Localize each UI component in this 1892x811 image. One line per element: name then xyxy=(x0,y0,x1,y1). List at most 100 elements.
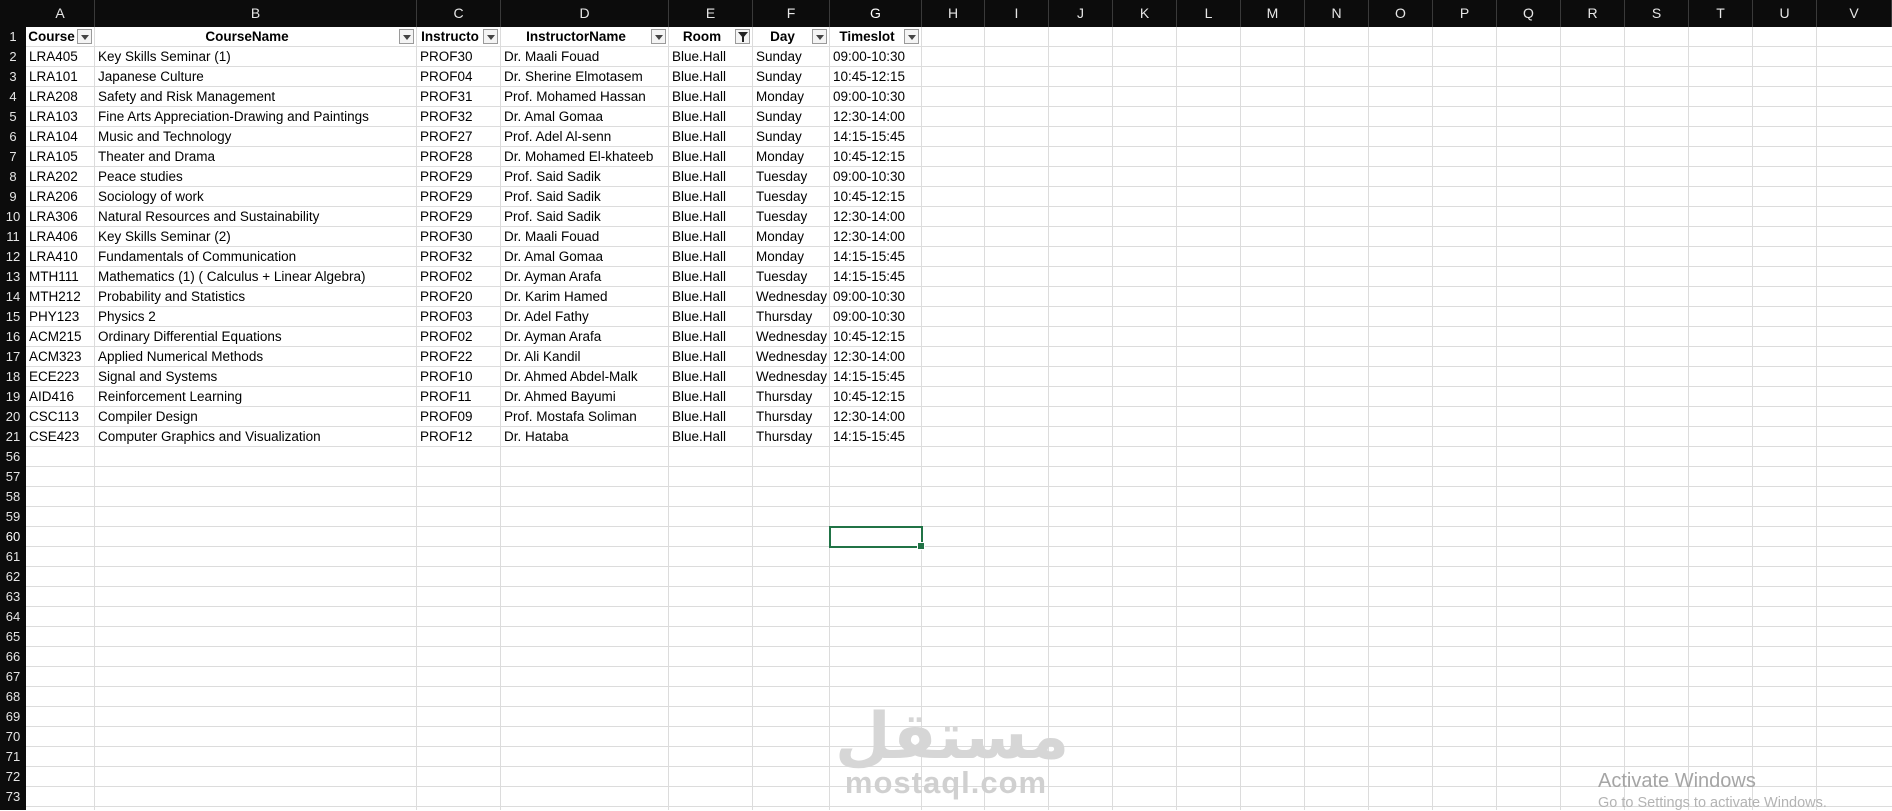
column-header-t[interactable]: T xyxy=(1689,0,1753,27)
column-header-i[interactable]: I xyxy=(985,0,1049,27)
active-cell-selection[interactable] xyxy=(829,526,925,550)
cell-course[interactable]: LRA206 xyxy=(26,187,95,207)
select-all-corner[interactable] xyxy=(0,0,26,27)
column-header-d[interactable]: D xyxy=(501,0,669,27)
cell-name[interactable]: Japanese Culture xyxy=(95,67,417,87)
cell-day[interactable]: Sunday xyxy=(753,67,830,87)
cell-slot[interactable]: 10:45-12:15 xyxy=(830,327,922,347)
cell-iname[interactable]: Dr. Ali Kandil xyxy=(501,347,669,367)
cell-slot[interactable]: 12:30-14:00 xyxy=(830,347,922,367)
cell-slot[interactable]: 14:15-15:45 xyxy=(830,267,922,287)
cell-iname[interactable]: Dr. Mohamed El-khateeb xyxy=(501,147,669,167)
cell-course[interactable]: ECE223 xyxy=(26,367,95,387)
row-header-70[interactable]: 70 xyxy=(0,727,26,747)
cell-day[interactable]: Tuesday xyxy=(753,267,830,287)
cell-iname[interactable]: Dr. Amal Gomaa xyxy=(501,247,669,267)
cell-course[interactable]: LRA410 xyxy=(26,247,95,267)
cell-slot[interactable]: 09:00-10:30 xyxy=(830,167,922,187)
cell-iname[interactable]: Prof. Mohamed Hassan xyxy=(501,87,669,107)
cell-iname[interactable]: Prof. Said Sadik xyxy=(501,187,669,207)
row-header-19[interactable]: 19 xyxy=(0,387,26,407)
cell-name[interactable]: Reinforcement Learning xyxy=(95,387,417,407)
cell-name[interactable]: Music and Technology xyxy=(95,127,417,147)
row-header-3[interactable]: 3 xyxy=(0,67,26,87)
row-header-59[interactable]: 59 xyxy=(0,507,26,527)
column-header-s[interactable]: S xyxy=(1625,0,1689,27)
cell-instr[interactable]: PROF04 xyxy=(417,67,501,87)
cell-name[interactable]: Applied Numerical Methods xyxy=(95,347,417,367)
cell-slot[interactable]: 09:00-10:30 xyxy=(830,87,922,107)
cell-instr[interactable]: PROF12 xyxy=(417,427,501,447)
cell-day[interactable]: Tuesday xyxy=(753,207,830,227)
column-header-b[interactable]: B xyxy=(95,0,417,27)
row-header-62[interactable]: 62 xyxy=(0,567,26,587)
cell-name[interactable]: Physics 2 xyxy=(95,307,417,327)
row-header-6[interactable]: 6 xyxy=(0,127,26,147)
filter-dropdown-icon[interactable] xyxy=(904,29,919,44)
cell-slot[interactable]: 10:45-12:15 xyxy=(830,67,922,87)
fill-handle[interactable] xyxy=(917,542,925,550)
cell-slot[interactable]: 12:30-14:00 xyxy=(830,227,922,247)
cell-course[interactable]: MTH111 xyxy=(26,267,95,287)
column-header-l[interactable]: L xyxy=(1177,0,1241,27)
cell-iname[interactable]: Dr. Ayman Arafa xyxy=(501,327,669,347)
cell-instr[interactable]: PROF29 xyxy=(417,207,501,227)
cell-instr[interactable]: PROF20 xyxy=(417,287,501,307)
cell-instr[interactable]: PROF29 xyxy=(417,187,501,207)
cell-room[interactable]: Blue.Hall xyxy=(669,347,753,367)
cell-iname[interactable]: Dr. Amal Gomaa xyxy=(501,107,669,127)
row-header-4[interactable]: 4 xyxy=(0,87,26,107)
cell-slot[interactable]: 12:30-14:00 xyxy=(830,107,922,127)
row-header-57[interactable]: 57 xyxy=(0,467,26,487)
cell-day[interactable]: Monday xyxy=(753,227,830,247)
row-header-16[interactable]: 16 xyxy=(0,327,26,347)
column-header-k[interactable]: K xyxy=(1113,0,1177,27)
cell-course[interactable]: CSE423 xyxy=(26,427,95,447)
cell-room[interactable]: Blue.Hall xyxy=(669,427,753,447)
cell-course[interactable]: LRA202 xyxy=(26,167,95,187)
row-header-8[interactable]: 8 xyxy=(0,167,26,187)
cell-slot[interactable]: 12:30-14:00 xyxy=(830,207,922,227)
row-header-5[interactable]: 5 xyxy=(0,107,26,127)
filter-dropdown-icon[interactable] xyxy=(651,29,666,44)
column-header-h[interactable]: H xyxy=(922,0,985,27)
row-header-67[interactable]: 67 xyxy=(0,667,26,687)
cell-iname[interactable]: Prof. Mostafa Soliman xyxy=(501,407,669,427)
cell-room[interactable]: Blue.Hall xyxy=(669,107,753,127)
cell-room[interactable]: Blue.Hall xyxy=(669,307,753,327)
column-header-j[interactable]: J xyxy=(1049,0,1113,27)
cell-instr[interactable]: PROF03 xyxy=(417,307,501,327)
cell-slot[interactable]: 12:30-14:00 xyxy=(830,407,922,427)
cell-slot[interactable]: 14:15-15:45 xyxy=(830,247,922,267)
cell-course[interactable]: ACM323 xyxy=(26,347,95,367)
cell-room[interactable]: Blue.Hall xyxy=(669,227,753,247)
row-header-63[interactable]: 63 xyxy=(0,587,26,607)
row-header-1[interactable]: 1 xyxy=(0,27,26,47)
cell-room[interactable]: Blue.Hall xyxy=(669,367,753,387)
cell-name[interactable]: Compiler Design xyxy=(95,407,417,427)
column-header-u[interactable]: U xyxy=(1753,0,1817,27)
cell-course[interactable]: MTH212 xyxy=(26,287,95,307)
cell-room[interactable]: Blue.Hall xyxy=(669,207,753,227)
row-header-56[interactable]: 56 xyxy=(0,447,26,467)
cell-room[interactable]: Blue.Hall xyxy=(669,187,753,207)
cell-course[interactable]: CSC113 xyxy=(26,407,95,427)
column-header-o[interactable]: O xyxy=(1369,0,1433,27)
row-header-15[interactable]: 15 xyxy=(0,307,26,327)
cell-room[interactable]: Blue.Hall xyxy=(669,247,753,267)
row-header-73[interactable]: 73 xyxy=(0,787,26,807)
cell-iname[interactable]: Prof. Adel Al-senn xyxy=(501,127,669,147)
row-header-68[interactable]: 68 xyxy=(0,687,26,707)
header-cell-4[interactable]: InstructorName xyxy=(501,27,669,47)
cell-day[interactable]: Tuesday xyxy=(753,167,830,187)
column-header-p[interactable]: P xyxy=(1433,0,1497,27)
row-header-10[interactable]: 10 xyxy=(0,207,26,227)
cell-course[interactable]: LRA208 xyxy=(26,87,95,107)
column-header-n[interactable]: N xyxy=(1305,0,1369,27)
cell-slot[interactable]: 10:45-12:15 xyxy=(830,187,922,207)
cell-course[interactable]: LRA406 xyxy=(26,227,95,247)
row-header-17[interactable]: 17 xyxy=(0,347,26,367)
cell-instr[interactable]: PROF27 xyxy=(417,127,501,147)
cell-day[interactable]: Monday xyxy=(753,247,830,267)
cell-room[interactable]: Blue.Hall xyxy=(669,407,753,427)
